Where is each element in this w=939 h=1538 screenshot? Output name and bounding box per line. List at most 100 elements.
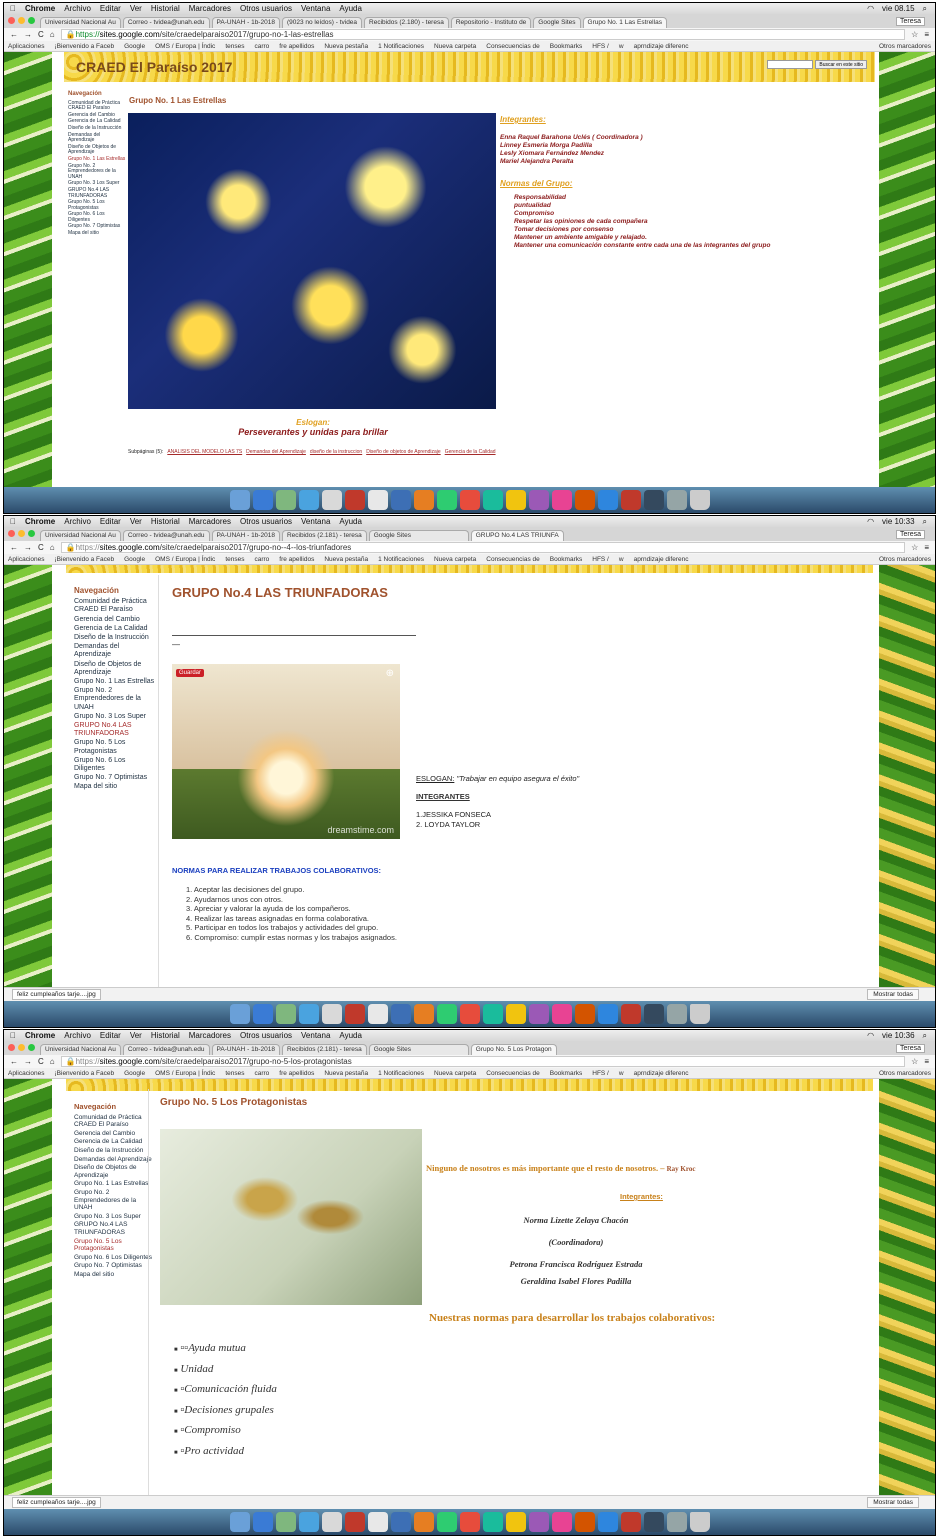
menu-marcadores[interactable]: Marcadores [189,517,231,526]
bookmark-item[interactable]: HFS / [592,43,609,50]
bookmark-item[interactable]: carro [254,556,269,563]
home-icon[interactable]: ⌂ [50,1057,55,1066]
nav-item[interactable]: Grupo No. 6 Los Diligentes [74,1254,156,1262]
show-all-downloads-button[interactable]: Mostrar todas [867,989,919,1000]
bookmark-item[interactable]: OMS / Europa | Índic [155,556,215,563]
bookmark-item[interactable]: w [619,556,624,563]
bookmark-item[interactable]: Aplicaciones [8,43,45,50]
trash-icon[interactable] [689,1004,710,1024]
bookmark-star-icon[interactable]: ☆ [911,543,918,552]
dock-app-icon[interactable] [252,1512,273,1532]
nav-item[interactable]: Gerencia del Cambio [74,616,156,624]
browser-tab[interactable]: Universidad Nacional Au [40,17,121,28]
dock-app-icon[interactable] [321,1004,342,1024]
dock-app-icon[interactable] [390,490,411,510]
bookmark-item[interactable]: w [619,1070,624,1077]
nav-item[interactable]: Demandas del Aprendizaje [74,643,156,659]
nav-item[interactable]: Grupo No. 2 Emprendedores de la UNAH [74,687,156,712]
bookmark-item[interactable]: Google [124,43,145,50]
dock-app-icon[interactable] [528,1004,549,1024]
bookmark-item[interactable]: aprndizaje diferenc [634,556,689,563]
dock-app-icon[interactable] [390,1512,411,1532]
browser-tab[interactable]: Recibidos (2.181) - teresa [281,530,367,541]
nav-item[interactable]: Diseño de la Instrucción [74,634,156,642]
bookmark-item[interactable]: 1 Notificaciones [378,43,424,50]
dock-app-icon[interactable] [597,490,618,510]
menu-editar[interactable]: Editar [100,517,121,526]
dock-app-icon[interactable] [482,1004,503,1024]
bookmark-item[interactable]: aprndizaje diferenc [634,1070,689,1077]
minimize-window-icon[interactable] [18,17,25,24]
nav-item[interactable]: Mapa del sitio [68,230,126,237]
menu-icon[interactable]: ≡ [924,1057,929,1066]
nav-item[interactable]: Grupo No. 2 Emprendedores de la UNAH [68,163,126,181]
nav-item[interactable]: Grupo No. 7 Optimistas [74,774,156,782]
reload-icon[interactable]: C [38,1057,44,1066]
browser-tab[interactable]: PA-UNAH - 1b-2018 [211,17,280,28]
browser-tab[interactable]: Correo - tvidea@unah.edu [122,530,210,541]
bookmark-item[interactable]: 1 Notificaciones [378,1070,424,1077]
dock-app-icon[interactable] [574,1512,595,1532]
bookmark-item[interactable]: Consecuencias de [486,1070,539,1077]
nav-item[interactable]: Grupo No. 3 Los Super [74,713,156,721]
subpage-link[interactable]: Diseño de objetos de Aprendizaje [366,449,441,455]
zoom-window-icon[interactable] [28,1044,35,1051]
show-all-downloads-button[interactable]: Mostrar todas [867,1497,919,1508]
dock-app-icon[interactable] [367,1512,388,1532]
browser-tab[interactable]: Universidad Nacional Au [40,1044,121,1055]
dock-app-icon[interactable] [505,1512,526,1532]
bookmark-item[interactable]: Aplicaciones [8,1070,45,1077]
bookmark-item[interactable]: Consecuencias de [486,43,539,50]
nav-item[interactable]: Diseño de Objetos de Aprendizaje [68,144,126,156]
spotlight-icon[interactable]: ⌕ [923,517,927,527]
dock-app-icon[interactable] [298,1512,319,1532]
nav-item[interactable]: Grupo No. 3 Los Super [74,1213,156,1221]
dock-app-icon[interactable] [482,490,503,510]
menu-otros-usuarios[interactable]: Otros usuarios [240,1031,292,1040]
bookmark-item[interactable]: carro [254,1070,269,1077]
forward-icon[interactable]: → [24,30,32,39]
nav-item[interactable]: Diseño de la Instrucción [74,1147,156,1155]
nav-item[interactable]: Diseño de Objetos de Aprendizaje [74,661,156,677]
dock-app-icon[interactable] [574,490,595,510]
menu-archivo[interactable]: Archivo [64,4,91,13]
minimize-window-icon[interactable] [18,1044,25,1051]
bookmark-item[interactable]: Otros marcadores [879,1070,931,1077]
browser-tab[interactable]: Universidad Nacional Au [40,530,121,541]
menu-editar[interactable]: Editar [100,1031,121,1040]
dock-app-icon[interactable] [344,490,365,510]
menu-ayuda[interactable]: Ayuda [339,517,362,526]
dock-app-icon[interactable] [620,490,641,510]
clock[interactable]: vie 10:36 [882,1031,914,1041]
bookmark-item[interactable]: Nueva pestaña [324,556,368,563]
nav-item[interactable]: Grupo No. 6 Los Diligentes [74,757,156,773]
browser-tab-active[interactable]: Grupo No. 1 Las Estrellas [582,17,667,28]
browser-tab[interactable]: Recibidos (2.181) - teresa [281,1044,367,1055]
zoom-window-icon[interactable] [28,530,35,537]
dock-app-icon[interactable] [436,1512,457,1532]
browser-tab[interactable]: Google Sites [533,17,581,28]
close-window-icon[interactable] [8,530,15,537]
pinterest-save-button[interactable]: Guardar [176,669,205,677]
minimize-window-icon[interactable] [18,530,25,537]
download-item[interactable]: feliz cumpleaños tarje....jpg [12,1497,101,1508]
dock-app-icon[interactable] [275,490,296,510]
dock-app-icon[interactable] [321,490,342,510]
browser-tab[interactable]: Correo - tvidea@unah.edu [122,17,210,28]
menu-ver[interactable]: Ver [130,1031,142,1040]
nav-item[interactable]: Mapa del sitio [74,783,156,791]
menu-editar[interactable]: Editar [100,4,121,13]
menu-historial[interactable]: Historial [151,4,180,13]
dock-app-icon[interactable] [505,490,526,510]
nav-item[interactable]: Grupo No. 1 Las Estrellas [74,678,156,686]
bookmark-item[interactable]: fre apellidos [279,1070,314,1077]
bookmark-item[interactable]: HFS / [592,1070,609,1077]
profile-button[interactable]: Teresa [895,530,925,539]
dock-app-icon[interactable] [413,1512,434,1532]
back-icon[interactable]: ← [10,30,18,39]
nav-item[interactable]: Comunidad de Práctica CRAED El Paraíso [68,100,126,112]
url-input[interactable]: 🔒https://sites.google.com/site/craedelpa… [60,542,906,553]
bookmark-item[interactable]: ¡Bienvenido a Faceb [55,43,115,50]
nav-item[interactable]: Demandas del Aprendizaje [68,132,126,144]
dock-app-icon[interactable] [459,1004,480,1024]
